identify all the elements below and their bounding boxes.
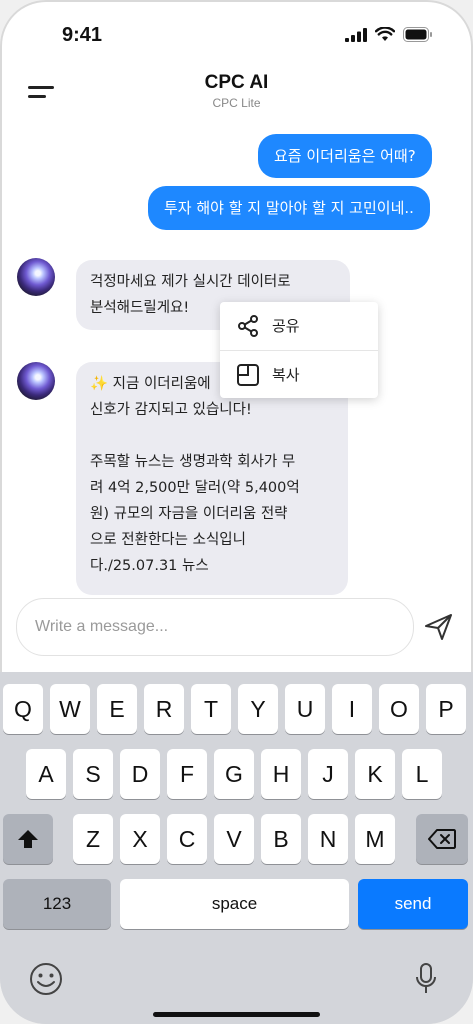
key-q[interactable]: Q [3,684,43,734]
key-z[interactable]: Z [73,814,113,864]
message-context-menu: 공유 복사 [220,302,378,398]
page-title: CPC AI [204,72,269,93]
key-y[interactable]: Y [238,684,278,734]
page-subtitle: CPC Lite [212,96,261,110]
status-time: 9:41 [62,24,103,46]
key-r[interactable]: R [144,684,184,734]
key-x[interactable]: X [120,814,160,864]
copy-label: 복사 [272,366,300,384]
key-s[interactable]: S [73,749,113,799]
battery-icon [403,27,432,42]
key-w[interactable]: W [50,684,90,734]
key-h[interactable]: H [261,749,301,799]
key-l[interactable]: L [402,749,442,799]
key-g[interactable]: G [214,749,254,799]
status-bar: 9:41 [0,0,473,60]
share-label: 공유 [272,317,300,335]
share-menu-item[interactable]: 공유 [220,302,378,350]
send-icon[interactable] [424,613,454,641]
key-j[interactable]: J [308,749,348,799]
user-message[interactable]: 투자 해야 할 지 말아야 할 지 고민이네.. [148,186,430,230]
key-b[interactable]: B [261,814,301,864]
backspace-icon [428,829,456,849]
signal-icon [345,27,367,42]
keyboard: Q W E R T Y U I O P A S D F G H J K L Z … [0,672,473,1024]
copy-menu-item[interactable]: 복사 [220,351,378,399]
ai-avatar [17,258,55,296]
wifi-icon [375,27,395,41]
backspace-key[interactable] [416,814,468,864]
key-e[interactable]: E [97,684,137,734]
key-f[interactable]: F [167,749,207,799]
phone-screen: 9:41 CPC AI CPC Lite 요즘 이더리움은 어때? 투자 해야 … [0,0,473,1024]
key-t[interactable]: T [191,684,231,734]
key-n[interactable]: N [308,814,348,864]
ai-avatar [17,362,55,400]
send-key[interactable]: send [358,879,468,929]
key-k[interactable]: K [355,749,395,799]
key-a[interactable]: A [26,749,66,799]
emoji-icon[interactable] [29,962,63,996]
copy-icon [237,364,259,386]
shift-key[interactable] [3,814,53,864]
key-d[interactable]: D [120,749,160,799]
key-i[interactable]: I [332,684,372,734]
home-indicator[interactable] [153,1012,320,1017]
key-u[interactable]: U [285,684,325,734]
app-header: CPC AI CPC Lite [0,68,473,118]
message-input[interactable] [33,613,397,641]
key-v[interactable]: V [214,814,254,864]
status-icons [345,27,433,42]
message-composer [16,598,414,656]
key-p[interactable]: P [426,684,466,734]
key-c[interactable]: C [167,814,207,864]
shift-icon [18,830,38,848]
key-m[interactable]: M [355,814,395,864]
microphone-icon[interactable] [414,962,438,996]
share-icon [238,315,258,337]
numbers-key[interactable]: 123 [3,879,111,929]
key-o[interactable]: O [379,684,419,734]
user-message[interactable]: 요즘 이더리움은 어때? [258,134,432,178]
space-key[interactable]: space [120,879,349,929]
